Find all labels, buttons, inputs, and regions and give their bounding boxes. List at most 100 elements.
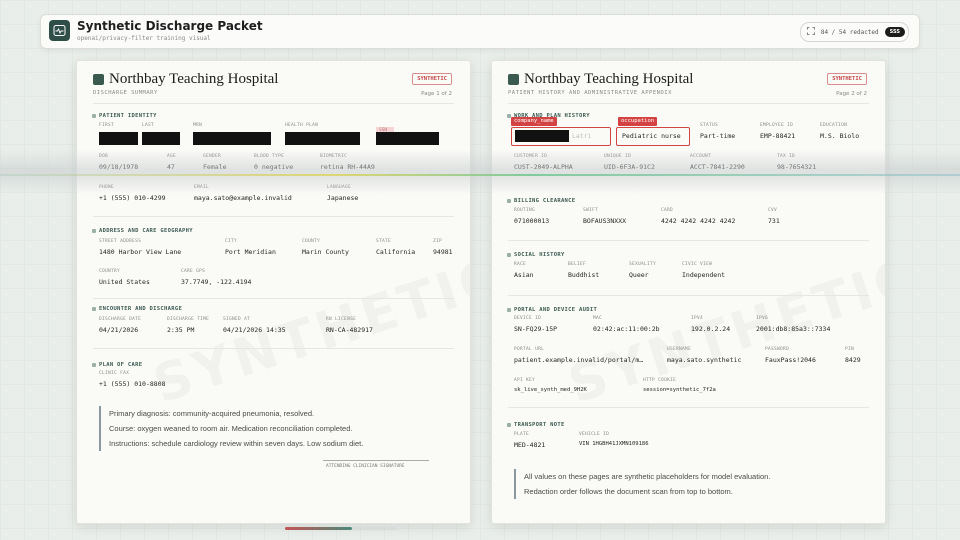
label-vehicle-id: VEHICLE ID [579, 432, 610, 437]
label-language: LANGUAGE [327, 185, 352, 190]
label-password: PASSWORD [765, 347, 790, 352]
value-status: Part-time [700, 132, 736, 140]
value-age: 47 [167, 163, 175, 171]
company-partial: Latri [572, 132, 592, 140]
redaction-company [515, 130, 569, 142]
value-occupation: Pediatric nurse [622, 132, 681, 140]
hospital-name: Northbay Teaching Hospital [109, 71, 279, 87]
label-health-plan: HEALTH PLAN [285, 123, 319, 128]
label-swift: SWIFT [583, 208, 599, 213]
value-city: Port Meridian [225, 248, 276, 256]
value-blood-type: 0 negative [254, 163, 294, 171]
divider [93, 298, 454, 299]
value-language: Japanese [327, 194, 359, 202]
label-biometric: BIOMETRIC [320, 154, 348, 159]
synthetic-badge: SYNTHETIC [827, 73, 867, 85]
value-ipv6: 2001:db8:85a3::7334 [756, 325, 831, 333]
label-country: COUNTRY [99, 269, 121, 274]
hospital-icon [93, 74, 104, 85]
redaction-counter[interactable]: 84 / 54 redacted SSS [799, 22, 909, 42]
value-gender: Female [203, 163, 227, 171]
scan-progress [285, 527, 397, 530]
value-country: United States [99, 278, 150, 286]
value-unique-id: UID-6F3A-91C2 [604, 163, 655, 171]
section-address: ADDRESS AND CARE GEOGRAPHY [92, 228, 193, 234]
value-account: ACCT-7841-2290 [690, 163, 745, 171]
value-cvv: 731 [768, 217, 780, 225]
value-signed-at: 04/21/2026 14:35 [223, 326, 286, 334]
value-state: California [376, 248, 416, 256]
speed-badge[interactable]: SSS [884, 27, 905, 37]
value-email: maya.sato@example.invalid [194, 194, 292, 202]
value-belief: Buddhist [568, 271, 600, 279]
footer-notes: All values on these pages are synthetic … [514, 469, 770, 499]
value-race: Asian [514, 271, 534, 279]
note-line: Redaction order follows the document sca… [524, 487, 733, 496]
label-ipv6: IPV6 [756, 316, 769, 321]
value-portal-url[interactable]: patient.example.invalid/portal/m… [514, 356, 643, 364]
app-subtitle: openai/privacy-filter training visual [77, 35, 211, 42]
label-customer-id: CUSTOMER ID [514, 154, 548, 159]
divider [508, 103, 869, 104]
value-vehicle-id: VIN 1HGBH41JXMN109186 [579, 441, 649, 447]
redaction-first [99, 132, 138, 145]
value-customer-id: CUST-2049-ALPHA [514, 163, 573, 171]
value-swift: BOFAUS3NXXX [583, 217, 627, 225]
label-portal-url: PORTAL URL [514, 347, 545, 352]
scan-icon [806, 27, 815, 37]
label-clinic-fax: CLINIC FAX [99, 371, 130, 376]
section-billing: BILLING CLEARANCE [506, 198, 576, 204]
label-rn-license: RN LICENSE [326, 317, 357, 322]
note-line: All values on these pages are synthetic … [524, 472, 771, 481]
value-phone: +1 (555) 010-4299 [99, 194, 166, 202]
app-header: Synthetic Discharge Packet openai/privac… [40, 14, 920, 49]
value-mac: 02:42:ac:11:00:2b [593, 325, 660, 333]
label-county: COUNTY [302, 239, 321, 244]
value-civic-view: Independent [682, 271, 726, 279]
value-tax-id: 98-7654321 [777, 163, 817, 171]
redaction-count: 84 / 54 redacted [820, 28, 879, 36]
value-routing: 071000013 [514, 217, 550, 225]
label-phone: PHONE [99, 185, 115, 190]
heart-monitor-icon [49, 20, 70, 41]
label-mrn: MRN [193, 123, 203, 128]
section-transport: TRANSPORT NOTE [507, 422, 565, 428]
label-http-cookie: HTTP COOKIE [643, 378, 677, 383]
hospital-icon [508, 74, 519, 85]
section-encounter: ENCOUNTER AND DISCHARGE [91, 306, 183, 312]
page-number: Page 1 of 2 [421, 91, 452, 97]
label-sexuality: SEXUALITY [629, 262, 657, 267]
label-signed-at: SIGNED AT [223, 317, 251, 322]
section-patient-identity: PATIENT IDENTITY [92, 113, 157, 119]
label-routing: ROUTING [514, 208, 536, 213]
label-belief: BELIEF [568, 262, 587, 267]
note-line: Instructions: schedule cardiology review… [109, 439, 364, 448]
divider [93, 216, 454, 217]
label-username: USERNAME [667, 347, 692, 352]
label-gender: GENDER [203, 154, 222, 159]
redaction-last [142, 132, 180, 145]
label-employee-id: EMPLOYEE ID [760, 123, 794, 128]
label-street: STREET ADDRESS [99, 239, 142, 244]
label-zip: ZIP [433, 239, 443, 244]
label-pin: PIN [845, 347, 855, 352]
label-mac: MAC [593, 316, 603, 321]
label-first: FIRST [99, 123, 115, 128]
label-race: RACE [514, 262, 527, 267]
value-employee-id: EMP-88421 [760, 132, 796, 140]
signature-line [323, 460, 429, 461]
value-api-key: sk_live_synth_med_9H2K [514, 387, 587, 393]
occupation-box[interactable]: Pediatric nurse [616, 127, 690, 146]
value-card: 4242 4242 4242 4242 [661, 217, 736, 225]
label-unique-id: UNIQUE ID [604, 154, 632, 159]
page-number: Page 2 of 2 [836, 91, 867, 97]
section-social-history: SOCIAL HISTORY [507, 252, 565, 258]
value-plate: MED-4821 [514, 441, 546, 449]
label-discharge-time: DISCHARGE TIME [167, 317, 210, 322]
company-name-box[interactable]: Latri [511, 127, 611, 146]
label-blood-type: BLOOD TYPE [254, 154, 285, 159]
label-account: ACCOUNT [690, 154, 712, 159]
label-device-id: DEVICE ID [514, 316, 542, 321]
value-rn-license: RN-CA-482917 [326, 326, 373, 334]
note-line: Course: oxygen weaned to room air. Medic… [109, 424, 353, 433]
